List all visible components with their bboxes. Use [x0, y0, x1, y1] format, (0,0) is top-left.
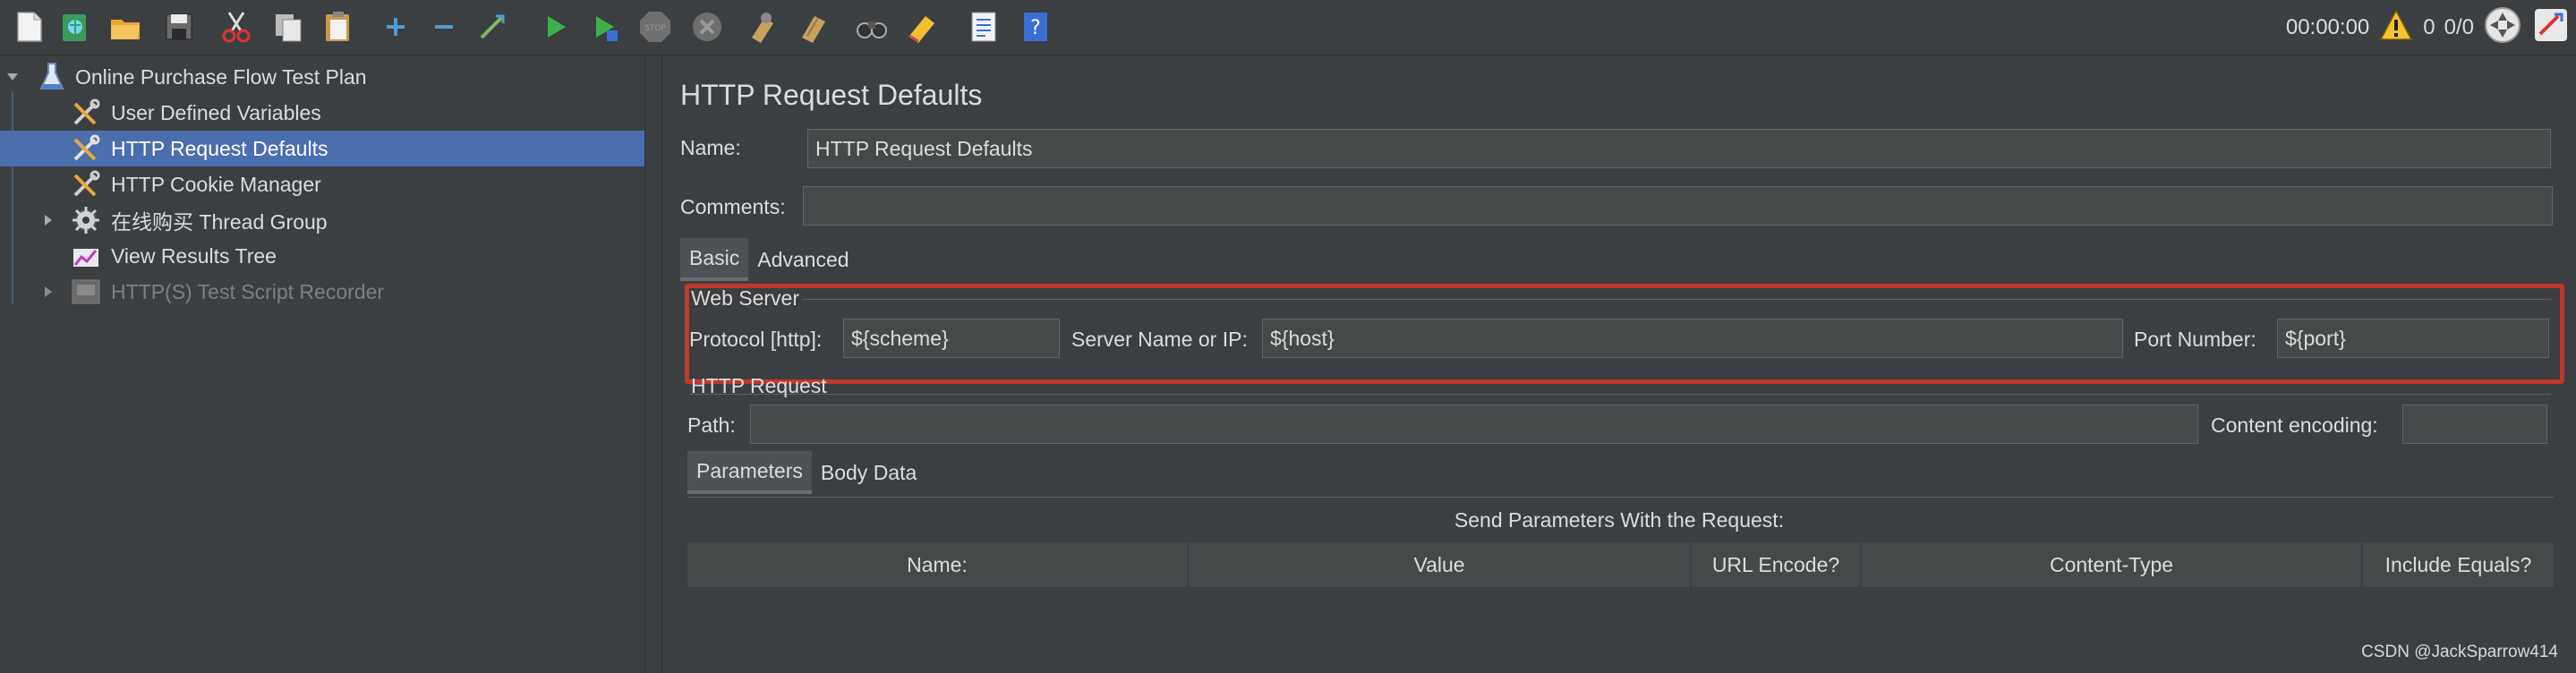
tree-item-http-request-defaults[interactable]: HTTP Request Defaults	[0, 131, 644, 166]
column-name[interactable]: Name:	[687, 542, 1189, 587]
tree-item-label: HTTP Cookie Manager	[111, 172, 321, 196]
name-field[interactable]: HTTP Request Defaults	[807, 129, 2551, 168]
templates-icon[interactable]	[55, 7, 95, 47]
warning-count: 0	[2423, 15, 2435, 39]
shutdown-icon	[687, 7, 727, 47]
clear-all-icon[interactable]	[795, 7, 834, 47]
collapse-icon[interactable]	[424, 7, 464, 47]
http-request-legend: HTTP Request	[691, 374, 827, 397]
log-viewer-icon[interactable]	[2531, 5, 2571, 51]
column-content-type[interactable]: Content-Type	[1862, 542, 2363, 587]
tree-item-label: 在线购买 Thread Group	[111, 210, 328, 234]
toggle-icon[interactable]	[473, 7, 512, 47]
stop-icon: STOP	[635, 7, 675, 47]
expand-icon[interactable]	[376, 7, 415, 47]
path-field[interactable]	[750, 405, 2198, 444]
collapsed-arrow-icon[interactable]	[39, 211, 57, 229]
comments-field[interactable]	[803, 186, 2553, 226]
column-include-equals[interactable]: Include Equals?	[2363, 542, 2554, 587]
panel-title: HTTP Request Defaults	[680, 79, 983, 111]
http-request-border	[689, 394, 2551, 395]
clear-icon[interactable]	[743, 7, 782, 47]
config-tabs: Basic Advanced	[680, 238, 858, 281]
tree-item-label: User Defined Variables	[111, 100, 321, 124]
watermark: CSDN @JackSparrow414	[2361, 643, 2558, 661]
content-encoding-label: Content encoding:	[2211, 413, 2378, 437]
content-encoding-field[interactable]	[2402, 405, 2547, 444]
function-helper-icon[interactable]	[963, 7, 1002, 47]
recorder-icon	[70, 276, 102, 308]
help-icon[interactable]: ?	[1015, 7, 1054, 47]
config-element-icon	[70, 97, 102, 129]
tree-item-label: View Results Tree	[111, 243, 277, 268]
tree-item-test-script-recorder[interactable]: HTTP(S) Test Script Recorder	[0, 274, 644, 310]
active-threads: 0/0	[2444, 15, 2474, 39]
cut-icon[interactable]	[217, 7, 256, 47]
comments-label: Comments:	[680, 195, 786, 218]
tree-item-http-cookie-manager[interactable]: HTTP Cookie Manager	[0, 166, 644, 202]
tab-parameters[interactable]: Parameters	[687, 451, 812, 494]
search-icon[interactable]	[852, 7, 891, 47]
config-element-icon	[70, 168, 102, 200]
start-no-pauses-icon[interactable]	[585, 7, 625, 47]
tab-advanced[interactable]: Advanced	[748, 238, 857, 281]
tree-item-view-results-tree[interactable]: View Results Tree	[0, 238, 644, 274]
parameters-caption: Send Parameters With the Request:	[1454, 508, 1785, 532]
tree-item-user-defined-variables[interactable]: User Defined Variables	[0, 95, 644, 131]
copy-icon[interactable]	[269, 7, 308, 47]
listener-icon	[70, 240, 102, 272]
warning-icon[interactable]	[2378, 7, 2414, 49]
tree-item-thread-group[interactable]: 在线购买 Thread Group	[0, 202, 644, 238]
path-label: Path:	[687, 413, 736, 437]
split-pane-divider[interactable]	[644, 55, 662, 673]
parameters-table-header: Name: Value URL Encode? Content-Type Inc…	[687, 542, 2554, 587]
toolbar: STOP ? 00:00:00 0 0/0	[0, 0, 2576, 55]
thread-group-icon	[70, 204, 102, 236]
paste-icon[interactable]	[319, 7, 358, 47]
tab-body-data[interactable]: Body Data	[812, 451, 925, 494]
column-url-encode[interactable]: URL Encode?	[1692, 542, 1862, 587]
http-request-defaults-panel: HTTP Request Defaults Name: HTTP Request…	[662, 55, 2576, 673]
tab-basic[interactable]: Basic	[680, 238, 749, 281]
tabs-divider	[687, 497, 2554, 498]
svg-text:?: ?	[1030, 17, 1041, 39]
run-status: 00:00:00 0 0/0	[2286, 0, 2576, 55]
annotation-highlight-box	[685, 284, 2564, 384]
tree-item-label: HTTP Request Defaults	[111, 136, 328, 160]
start-icon[interactable]	[535, 7, 575, 47]
open-icon[interactable]	[106, 7, 145, 47]
expand-arrow-icon[interactable]	[4, 68, 21, 86]
stop-icon-label: STOP	[644, 24, 666, 33]
tree-item-label: Online Purchase Flow Test Plan	[75, 64, 367, 89]
collapsed-arrow-icon[interactable]	[39, 283, 57, 301]
reset-search-icon[interactable]	[902, 7, 942, 47]
request-body-tabs: Parameters Body Data	[687, 451, 925, 494]
tree-item-label: HTTP(S) Test Script Recorder	[111, 279, 385, 303]
name-label: Name:	[680, 136, 741, 159]
save-icon[interactable]	[159, 7, 199, 47]
tree-item-test-plan[interactable]: Online Purchase Flow Test Plan	[0, 59, 644, 95]
new-icon[interactable]	[9, 7, 48, 47]
column-value[interactable]: Value	[1189, 542, 1692, 587]
remote-status-icon	[2483, 5, 2522, 51]
elapsed-timer: 00:00:00	[2285, 15, 2370, 39]
test-plan-tree: Online Purchase Flow Test Plan User Defi…	[0, 55, 644, 673]
config-element-icon	[70, 132, 102, 165]
test-plan-icon	[36, 61, 68, 93]
